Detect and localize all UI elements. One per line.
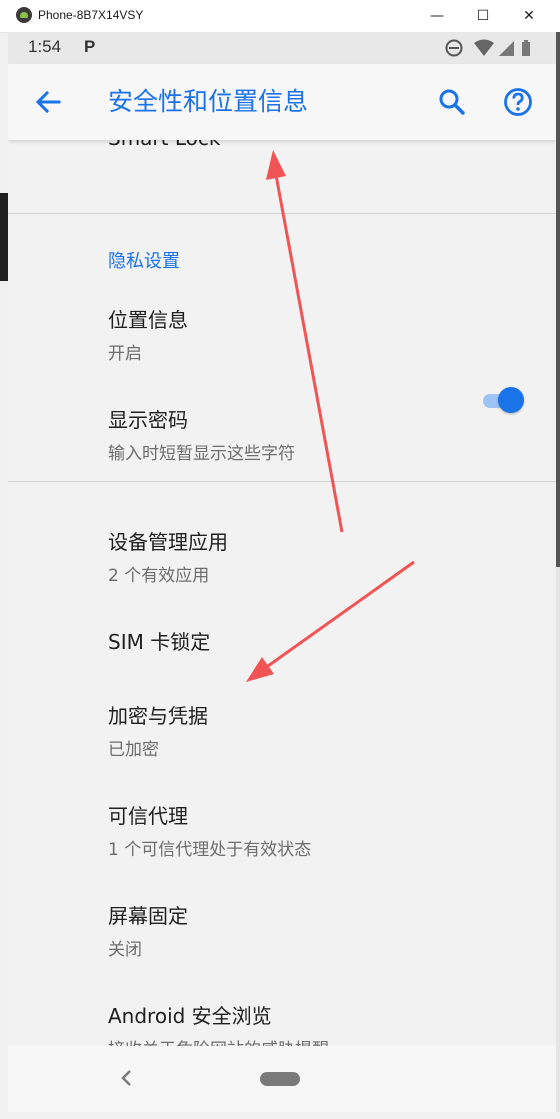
maximize-button[interactable]: ☐ xyxy=(460,0,506,32)
item-title: 位置信息 xyxy=(108,308,188,332)
list-item-safe-browsing[interactable]: Android 安全浏览 接收关于危险网站的威胁提醒 xyxy=(108,1000,528,1046)
item-title: 设备管理应用 xyxy=(108,530,228,554)
list-item-sim-lock[interactable]: SIM 卡锁定 xyxy=(108,626,528,655)
list-item-encryption[interactable]: 加密与凭据 已加密 xyxy=(108,700,528,760)
do-not-disturb-icon xyxy=(445,39,463,57)
window-title: Phone-8B7X14VSY xyxy=(38,8,144,22)
list-item-device-admin[interactable]: 设备管理应用 2 个有效应用 xyxy=(108,526,528,586)
settings-list[interactable]: Smart Lock 隐私设置 位置信息 开启 显示密码 输入时短暂显示这些字符… xyxy=(8,140,556,1046)
item-subtitle: 2 个有效应用 xyxy=(108,566,210,586)
list-item-show-password[interactable]: 显示密码 输入时短暂显示这些字符 xyxy=(108,404,528,464)
list-item-trust-agents[interactable]: 可信代理 1 个可信代理处于有效状态 xyxy=(108,800,528,860)
item-subtitle: 已加密 xyxy=(108,740,159,760)
wifi-icon xyxy=(474,39,494,56)
signal-icon xyxy=(499,41,514,56)
help-icon[interactable] xyxy=(502,86,534,118)
phone-screen: 1:54 P 安全性和位置信息 隐私设置 位置信息 开启 显示密码 输入时短暂显… xyxy=(8,32,556,1112)
back-arrow-icon[interactable] xyxy=(32,86,64,118)
search-icon[interactable] xyxy=(436,86,468,118)
item-title: 可信代理 xyxy=(108,804,188,828)
item-subtitle: 接收关于危险网站的威胁提醒 xyxy=(108,1035,528,1046)
android-app-icon xyxy=(16,7,32,23)
nav-back-icon[interactable] xyxy=(116,1066,136,1090)
battery-icon xyxy=(522,40,530,56)
item-title: 显示密码 xyxy=(108,408,188,432)
item-title: SIM 卡锁定 xyxy=(108,630,211,654)
close-button[interactable]: ✕ xyxy=(506,0,552,32)
section-header-privacy: 隐私设置 xyxy=(108,251,180,272)
app-bar: 安全性和位置信息 xyxy=(8,64,556,140)
status-bar: 1:54 P xyxy=(8,32,556,64)
item-title: Android 安全浏览 xyxy=(108,1004,272,1028)
divider xyxy=(8,213,556,214)
item-title: Smart Lock xyxy=(108,140,528,150)
window-scrollbar-thumb[interactable] xyxy=(556,32,560,567)
divider xyxy=(8,481,556,482)
item-title: 屏幕固定 xyxy=(108,904,188,928)
item-title: 加密与凭据 xyxy=(108,704,208,728)
list-item-location[interactable]: 位置信息 开启 xyxy=(108,304,528,364)
minimize-button[interactable]: — xyxy=(414,0,460,32)
item-subtitle: 关闭 xyxy=(108,940,142,960)
window-titlebar: Phone-8B7X14VSY — ☐ ✕ xyxy=(0,0,560,33)
notification-p-icon: P xyxy=(84,37,96,56)
window-edge-strip xyxy=(0,193,8,281)
status-icons xyxy=(445,39,530,57)
item-subtitle: 输入时短暂显示这些字符 xyxy=(108,444,295,464)
nav-home-pill[interactable] xyxy=(260,1072,300,1086)
status-time: 1:54 xyxy=(28,37,62,56)
item-subtitle: 1 个可信代理处于有效状态 xyxy=(108,840,312,860)
navigation-bar xyxy=(8,1046,556,1112)
page-title: 安全性和位置信息 xyxy=(108,87,309,116)
show-password-toggle[interactable] xyxy=(480,386,526,414)
list-item-smart-lock[interactable]: Smart Lock xyxy=(108,140,528,150)
list-item-screen-pinning[interactable]: 屏幕固定 关闭 xyxy=(108,900,528,960)
item-subtitle: 开启 xyxy=(108,344,142,364)
toggle-thumb xyxy=(498,387,524,413)
